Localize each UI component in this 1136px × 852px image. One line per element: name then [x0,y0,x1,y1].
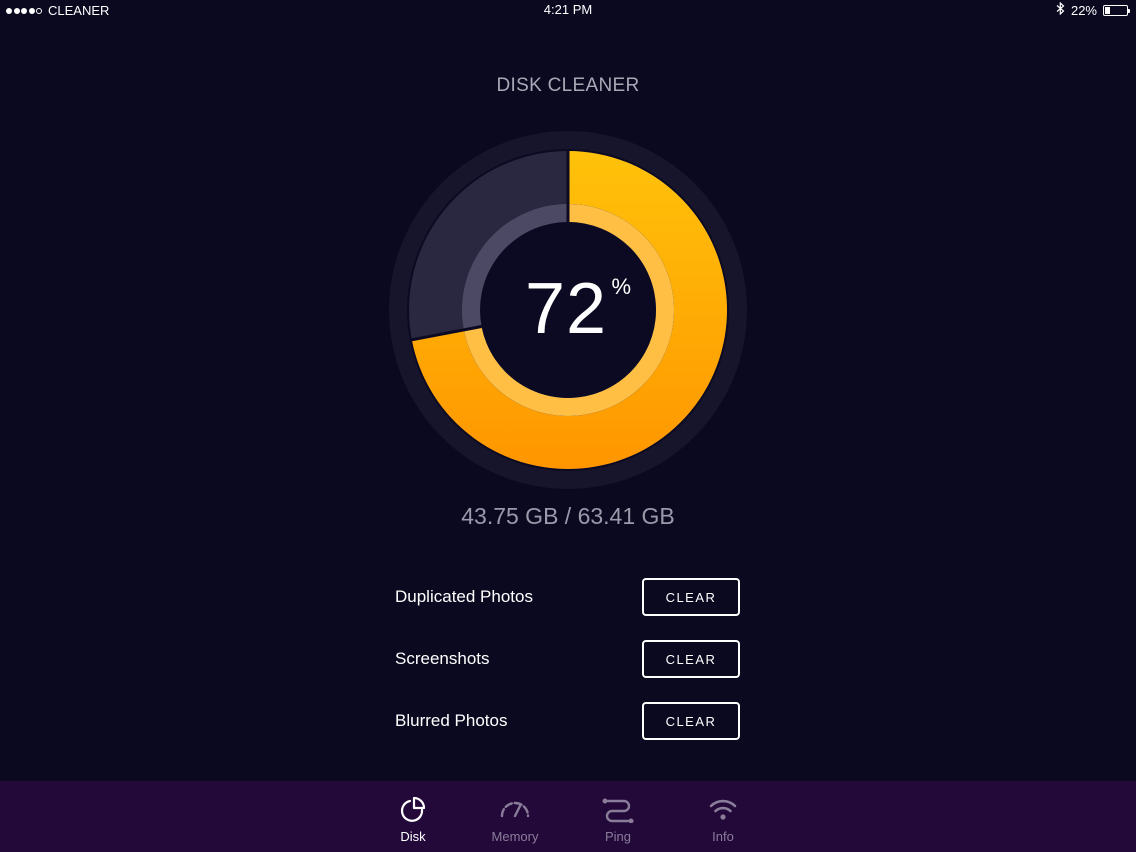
row-label: Screenshots [395,649,490,668]
gauge-label: 72 % [389,131,747,489]
status-time: 4:21 PM [543,2,593,17]
tab-memory[interactable]: Memory [475,781,555,852]
battery-icon [1103,4,1130,16]
disk-usage-text: 43.75 GB / 63.41 GB [461,503,675,529]
status-right: 22% [1056,1,1130,18]
tab-label: Memory [491,829,539,844]
tab-label: Disk [400,829,426,844]
bluetooth-icon [1056,1,1065,18]
status-bar: CLEANER 4:21 PM 22% [0,0,1136,20]
row-label: Duplicated Photos [395,587,533,606]
disk-usage-percent: 72 [524,269,608,349]
tab-label: Ping [604,829,632,844]
list-item-screenshots: Screenshots CLEAR [395,640,740,678]
percent-sign: % [611,274,632,299]
tab-ping[interactable]: Ping [578,781,658,852]
row-label: Blurred Photos [395,711,508,730]
page-title: DISK CLEANER [496,75,640,96]
speedometer-icon [499,795,531,823]
wifi-icon [708,795,738,823]
tab-label: Info [712,829,734,844]
list-item-duplicated-photos: Duplicated Photos CLEAR [395,578,740,616]
clear-blurred-photos-button[interactable]: CLEAR [642,702,740,740]
clear-duplicated-photos-button[interactable]: CLEAR [642,578,740,616]
disk-usage-gauge: 72 % [389,131,747,489]
tab-info[interactable]: Info [683,781,763,852]
pie-chart-icon [399,795,427,823]
app-screen: CLEANER 4:21 PM 22% DISK CLEANER 72 % 43… [0,0,1136,852]
tab-disk[interactable]: Disk [373,781,453,852]
list-item-blurred-photos: Blurred Photos CLEAR [395,702,740,740]
clear-screenshots-button[interactable]: CLEAR [642,640,740,678]
tab-bar: Disk Memory Ping Info [0,781,1136,852]
battery-percent: 22% [1070,2,1097,18]
route-icon [600,795,636,823]
